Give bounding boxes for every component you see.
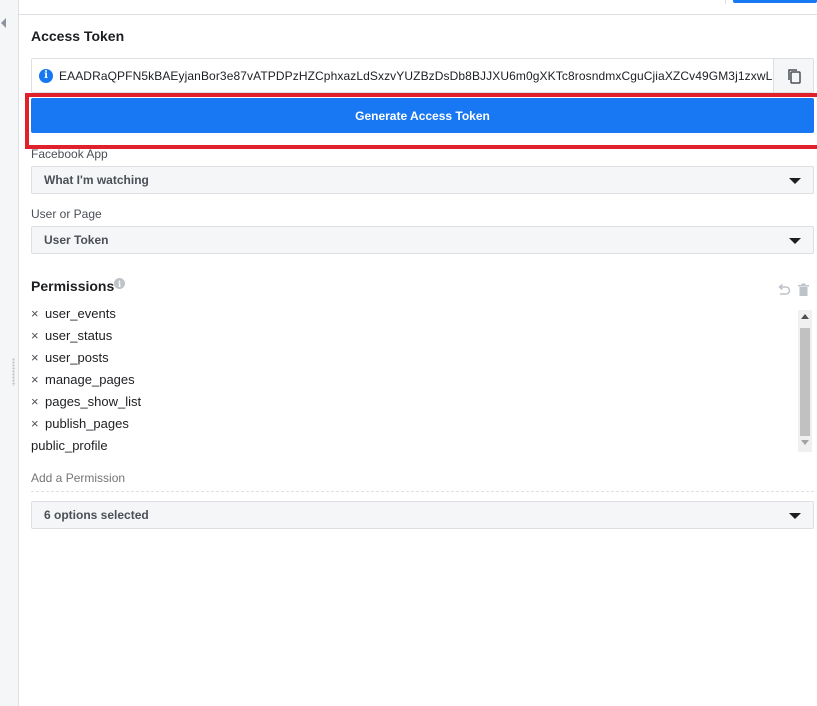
permission-name: pages_show_list bbox=[45, 393, 142, 409]
permissions-scrollbar[interactable] bbox=[798, 310, 812, 452]
top-divider bbox=[19, 0, 817, 15]
access-token-value[interactable]: EAADRaQPFN5kBAEyjanBor3e87vATPDPzHZCphxa… bbox=[59, 69, 773, 83]
undo-icon[interactable] bbox=[777, 283, 791, 297]
add-permission-input[interactable] bbox=[31, 465, 814, 492]
permissions-info-icon[interactable]: i bbox=[114, 278, 125, 289]
access-token-field[interactable]: i EAADRaQPFN5kBAEyjanBor3e87vATPDPzHZCph… bbox=[31, 58, 814, 93]
facebook-app-label: Facebook App bbox=[31, 147, 108, 161]
permission-item: public_profile bbox=[31, 434, 801, 456]
permissions-summary: 6 options selected bbox=[44, 508, 149, 522]
top-separator bbox=[725, 0, 726, 4]
scroll-up-arrow-icon[interactable] bbox=[801, 314, 809, 319]
permission-name: user_status bbox=[45, 327, 113, 343]
permission-name: manage_pages bbox=[45, 371, 135, 387]
remove-permission-icon[interactable]: × bbox=[31, 416, 45, 431]
permissions-list: × user_events × user_status × user_posts… bbox=[31, 302, 801, 456]
chevron-down-icon bbox=[789, 178, 801, 184]
facebook-app-selected: What I'm watching bbox=[44, 173, 149, 187]
resize-handle[interactable] bbox=[12, 358, 15, 386]
chevron-down-icon bbox=[789, 513, 801, 519]
permissions-select[interactable]: 6 options selected bbox=[31, 501, 814, 529]
trash-icon[interactable] bbox=[797, 283, 810, 297]
permission-item: × user_status bbox=[31, 324, 801, 346]
copy-button[interactable] bbox=[773, 59, 813, 92]
remove-permission-icon[interactable]: × bbox=[31, 306, 45, 321]
chevron-down-icon bbox=[789, 238, 801, 244]
permission-name: user_events bbox=[45, 305, 116, 321]
permission-item: × publish_pages bbox=[31, 412, 801, 434]
permission-item: × user_posts bbox=[31, 346, 801, 368]
remove-permission-icon[interactable]: × bbox=[31, 328, 45, 343]
permission-item: × pages_show_list bbox=[31, 390, 801, 412]
scroll-down-arrow-icon[interactable] bbox=[801, 440, 809, 445]
user-or-page-select[interactable]: User Token bbox=[31, 226, 814, 254]
user-or-page-selected: User Token bbox=[44, 233, 109, 247]
top-action-button[interactable] bbox=[733, 0, 817, 3]
generate-access-token-button[interactable]: Generate Access Token bbox=[31, 98, 814, 133]
left-panel-rail bbox=[0, 0, 19, 706]
remove-permission-icon[interactable]: × bbox=[31, 350, 45, 365]
access-token-title: Access Token bbox=[31, 28, 125, 44]
copy-icon bbox=[787, 68, 801, 84]
collapse-arrow-icon[interactable] bbox=[1, 18, 6, 28]
permission-item: × user_events bbox=[31, 302, 801, 324]
facebook-app-select[interactable]: What I'm watching bbox=[31, 166, 814, 194]
scroll-thumb[interactable] bbox=[800, 328, 810, 436]
info-icon[interactable]: i bbox=[39, 68, 53, 83]
permission-name: publish_pages bbox=[45, 415, 129, 431]
permissions-title: Permissions bbox=[31, 278, 115, 294]
user-or-page-label: User or Page bbox=[31, 207, 102, 221]
permission-item: × manage_pages bbox=[31, 368, 801, 390]
remove-permission-icon[interactable]: × bbox=[31, 394, 45, 409]
remove-permission-icon[interactable]: × bbox=[31, 372, 45, 387]
permission-name: public_profile bbox=[31, 437, 108, 453]
permission-name: user_posts bbox=[45, 349, 109, 365]
